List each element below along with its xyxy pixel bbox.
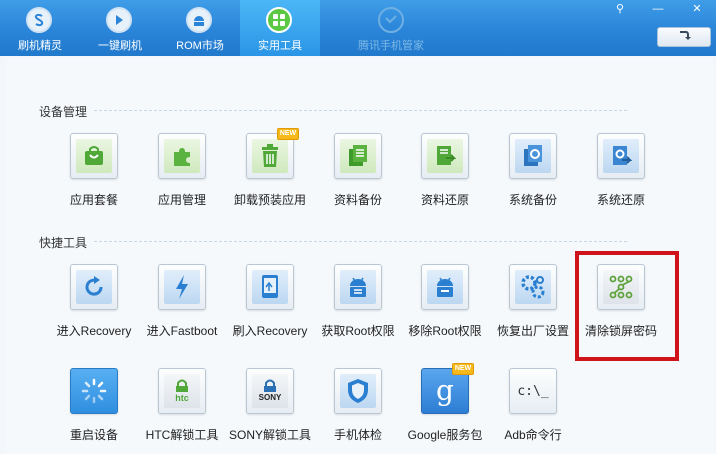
tool-restart-device[interactable]: 重启设备 bbox=[50, 368, 138, 454]
nav-label: ROM市场 bbox=[176, 40, 224, 52]
nav-item-tools[interactable]: 实用工具 bbox=[240, 0, 320, 56]
htc-brand-text: htc bbox=[175, 393, 189, 403]
document-backup-icon bbox=[340, 139, 376, 173]
sony-brand-text: SONY bbox=[258, 393, 282, 402]
terminal-glyph: c:\_ bbox=[517, 383, 549, 399]
gears-icon bbox=[515, 270, 551, 304]
nav-label: 刷机精灵 bbox=[18, 40, 62, 52]
tool-system-backup[interactable]: 系统备份 bbox=[489, 133, 577, 221]
android-market-icon bbox=[186, 7, 212, 33]
toolbox-grid-icon bbox=[266, 7, 292, 33]
document-restore-icon bbox=[427, 139, 463, 173]
tool-adb-command-line[interactable]: c:\_ Adb命令行 bbox=[489, 368, 577, 454]
top-nav-bar: 刷机精灵 一键刷机 ROM市场 实用工具 腾讯手机管家 ⚲ — ✕ bbox=[0, 0, 716, 56]
tool-app-manager[interactable]: 应用管理 bbox=[138, 133, 226, 221]
tool-factory-reset[interactable]: 恢复出厂设置 bbox=[489, 264, 577, 352]
refresh-button[interactable] bbox=[657, 27, 711, 47]
tool-enter-fastboot[interactable]: 进入Fastboot bbox=[138, 264, 226, 352]
tool-flash-recovery[interactable]: 刷入Recovery bbox=[226, 264, 314, 352]
new-badge: NEW bbox=[277, 128, 299, 140]
tablet-icon bbox=[252, 270, 288, 304]
sony-unlock-icon: SONY bbox=[252, 374, 288, 408]
section-divider bbox=[94, 110, 627, 111]
tool-uninstall-preinstalled[interactable]: NEW 卸载预装应用 bbox=[226, 128, 314, 221]
shopping-bag-icon bbox=[76, 139, 112, 173]
highlight-box bbox=[575, 251, 679, 361]
htc-unlock-icon: htc bbox=[164, 374, 200, 408]
puzzle-icon bbox=[164, 139, 200, 173]
nav-label: 一键刷机 bbox=[98, 40, 142, 52]
tool-sony-unlock[interactable]: SONY SONY解锁工具 bbox=[226, 368, 314, 454]
nav-item-rom-market[interactable]: ROM市场 bbox=[160, 0, 240, 56]
trash-icon bbox=[252, 139, 288, 173]
nav-item-flash-wizard[interactable]: 刷机精灵 bbox=[0, 0, 80, 56]
tool-htc-unlock[interactable]: htc HTC解锁工具 bbox=[138, 368, 226, 454]
tool-label: 系统还原 bbox=[596, 193, 645, 207]
section-title-quick: 快捷工具 bbox=[39, 236, 88, 250]
nav-item-one-click-flash[interactable]: 一键刷机 bbox=[80, 0, 160, 56]
tool-app-bundle[interactable]: 应用套餐 bbox=[50, 133, 138, 221]
tool-google-services[interactable]: g NEW Google服务包 bbox=[401, 363, 489, 454]
system-backup-icon bbox=[515, 139, 551, 173]
tool-enter-recovery[interactable]: 进入Recovery bbox=[50, 264, 138, 352]
section-divider bbox=[94, 241, 627, 242]
tool-data-restore[interactable]: 资料还原 bbox=[401, 133, 489, 221]
pin-icon[interactable]: ⚲ bbox=[612, 2, 628, 16]
nav-label: 腾讯手机管家 bbox=[358, 40, 424, 52]
new-badge: NEW bbox=[452, 363, 474, 375]
google-glyph: g bbox=[436, 374, 454, 407]
tool-data-backup[interactable]: 资料备份 bbox=[314, 133, 402, 221]
tool-remove-root[interactable]: 移除Root权限 bbox=[401, 264, 489, 352]
google-icon: g bbox=[427, 374, 463, 408]
tool-get-root[interactable]: 获取Root权限 bbox=[314, 264, 402, 352]
restart-spinner-icon bbox=[76, 374, 112, 408]
terminal-icon: c:\_ bbox=[515, 374, 551, 408]
system-restore-icon bbox=[603, 139, 639, 173]
one-click-flash-icon bbox=[106, 7, 132, 33]
nav-label: 实用工具 bbox=[258, 40, 302, 52]
close-button[interactable]: ✕ bbox=[689, 2, 705, 16]
nav-item-tencent-manager[interactable]: 腾讯手机管家 bbox=[349, 0, 433, 56]
shield-icon bbox=[340, 374, 376, 408]
refresh-icon bbox=[76, 270, 112, 304]
tool-system-restore[interactable]: 系统还原 bbox=[577, 133, 665, 221]
section-title-device: 设备管理 bbox=[39, 105, 88, 119]
tool-phone-checkup[interactable]: 手机体检 bbox=[314, 368, 402, 454]
tool-label: Adb命令行 bbox=[504, 428, 562, 442]
minimize-button[interactable]: — bbox=[650, 2, 666, 16]
android-root-icon bbox=[340, 270, 376, 304]
android-unroot-icon bbox=[427, 270, 463, 304]
shield-check-icon bbox=[378, 7, 404, 33]
refresh-arrow-icon bbox=[677, 28, 691, 46]
app-logo-icon bbox=[26, 7, 52, 33]
lightning-icon bbox=[164, 270, 200, 304]
